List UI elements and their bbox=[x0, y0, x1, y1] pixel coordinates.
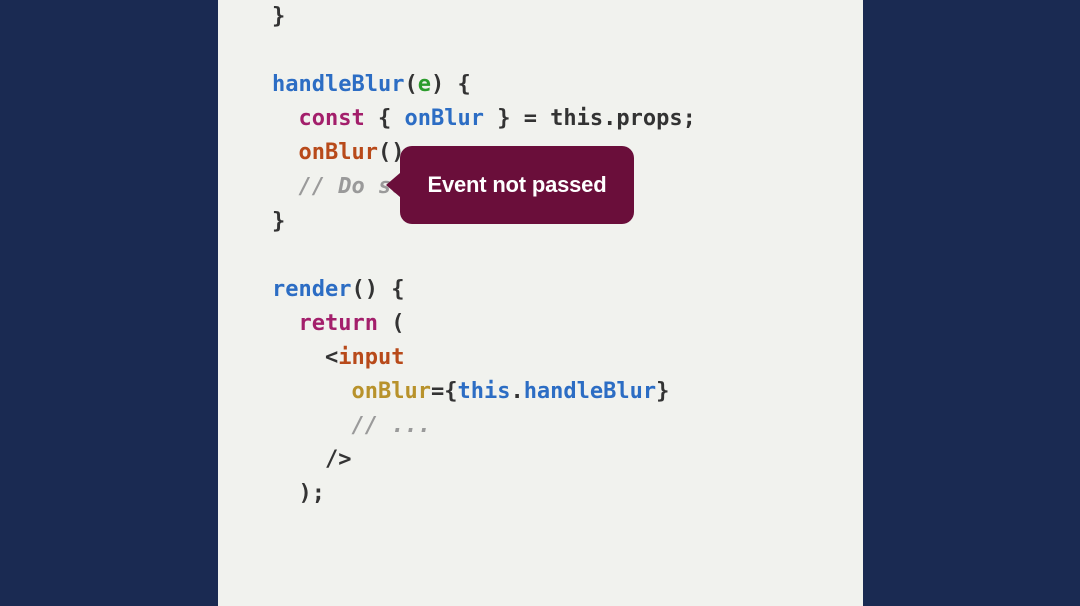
brace-open: { bbox=[391, 277, 404, 302]
tag-close: /> bbox=[325, 447, 352, 472]
punct: = bbox=[431, 379, 444, 404]
punct: } = this.props; bbox=[484, 106, 696, 131]
punct: () bbox=[351, 277, 391, 302]
attr-name: onBlur bbox=[351, 379, 430, 404]
brace-close: } bbox=[272, 4, 285, 29]
this-kw: this bbox=[457, 379, 510, 404]
code-editor-panel: } handleBlur(e) { const { onBlur } = thi… bbox=[218, 0, 863, 606]
code-line: ); bbox=[246, 477, 835, 511]
code-line: render() { bbox=[246, 273, 835, 307]
punct: ( bbox=[378, 311, 405, 336]
tag-name: input bbox=[338, 345, 404, 370]
brace-close: } bbox=[272, 209, 285, 234]
brace-open: { bbox=[457, 72, 470, 97]
tooltip-warning: Event not passed bbox=[400, 146, 635, 224]
code-line: const { onBlur } = this.props; bbox=[246, 102, 835, 136]
dot: . bbox=[510, 379, 523, 404]
punct: ); bbox=[298, 481, 325, 506]
tag-open: < bbox=[325, 345, 338, 370]
code-line bbox=[246, 239, 835, 273]
function-name: render bbox=[272, 277, 351, 302]
brace: } bbox=[656, 379, 669, 404]
code-line: // ... bbox=[246, 409, 835, 443]
code-line bbox=[246, 34, 835, 68]
paren: ( bbox=[404, 72, 417, 97]
comment: // ... bbox=[351, 413, 430, 438]
punct: { bbox=[365, 106, 405, 131]
paren: ) bbox=[431, 72, 458, 97]
code-line: onBlur={this.handleBlur} bbox=[246, 375, 835, 409]
keyword-const: const bbox=[298, 106, 364, 131]
code-line: <input bbox=[246, 341, 835, 375]
prop: handleBlur bbox=[524, 379, 656, 404]
brace: { bbox=[444, 379, 457, 404]
identifier: onBlur bbox=[404, 106, 483, 131]
tooltip-text: Event not passed bbox=[428, 172, 607, 197]
code-line: handleBlur(e) { bbox=[246, 68, 835, 102]
call-expr: onBlur bbox=[298, 140, 377, 165]
code-line: return ( bbox=[246, 307, 835, 341]
keyword-return: return bbox=[298, 311, 377, 336]
function-name: handleBlur bbox=[272, 72, 404, 97]
code-line: } bbox=[246, 0, 835, 34]
code-line: /> bbox=[246, 443, 835, 477]
param: e bbox=[418, 72, 431, 97]
